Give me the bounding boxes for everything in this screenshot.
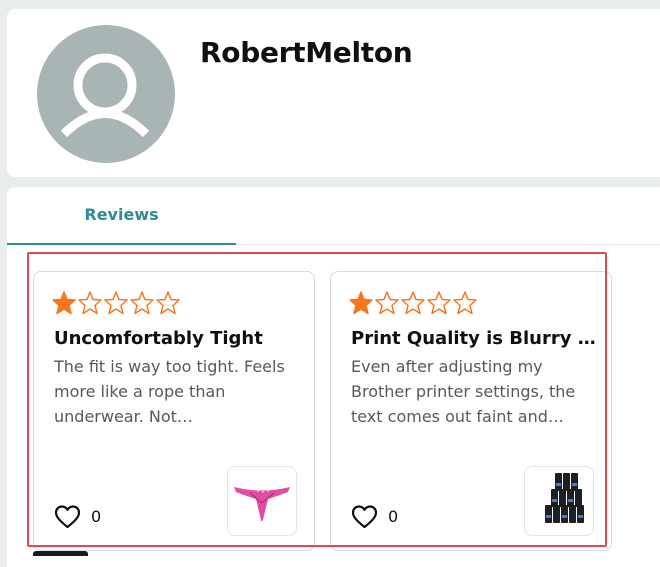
profile-name: RobertMelton bbox=[200, 36, 413, 69]
tab-bar: Reviews bbox=[7, 187, 660, 245]
partial-element-peek bbox=[33, 551, 88, 556]
highlight-annotation-box bbox=[27, 252, 607, 547]
tab-reviews[interactable]: Reviews bbox=[7, 187, 236, 245]
user-silhouette-icon bbox=[60, 53, 150, 138]
avatar bbox=[37, 25, 175, 163]
